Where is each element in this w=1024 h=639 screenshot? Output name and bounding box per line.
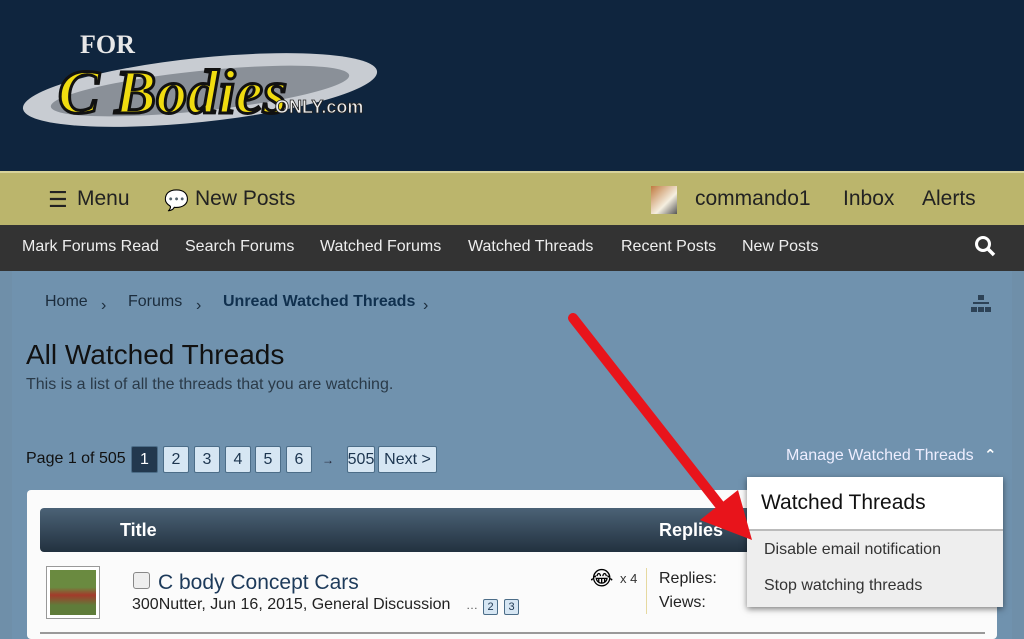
- red-arrow-annotation: [568, 313, 752, 540]
